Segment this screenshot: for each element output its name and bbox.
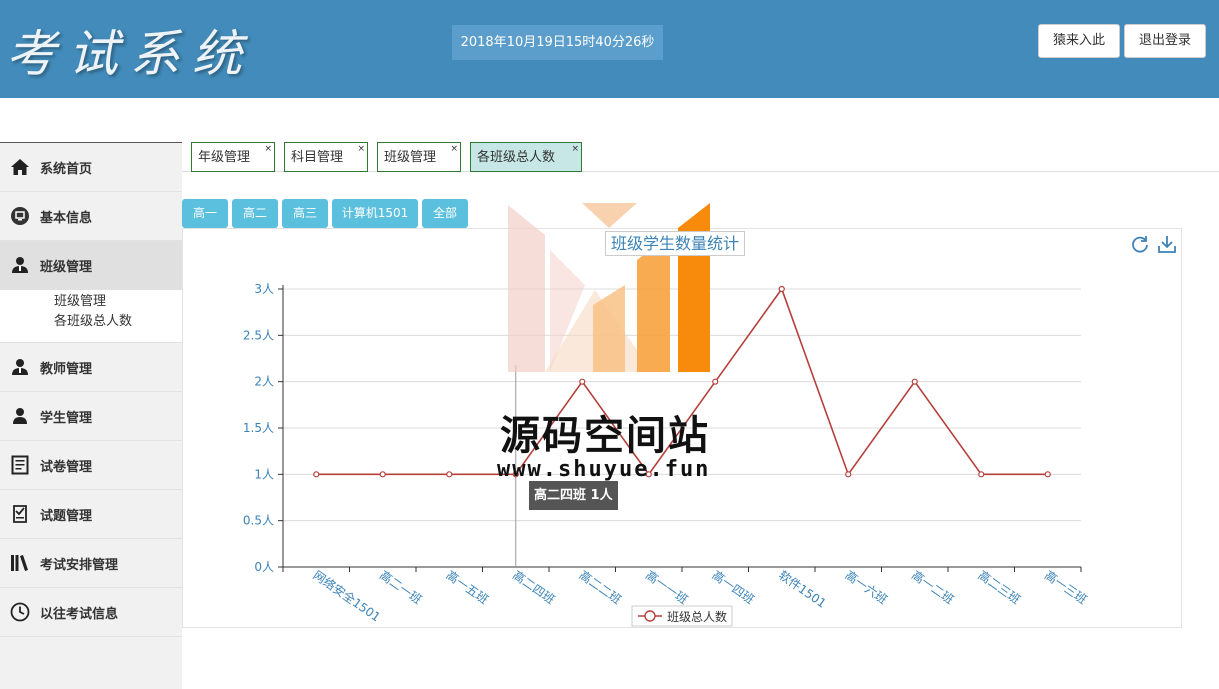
download-icon[interactable] — [1157, 234, 1177, 254]
y-tick-label: 0人 — [254, 560, 274, 574]
x-tick-label: 高二二班 — [577, 567, 625, 607]
chart-tooltip: 高二四班 1人 — [529, 481, 618, 510]
x-tick-label: 高一五班 — [444, 567, 492, 607]
data-point — [778, 285, 785, 293]
data-point — [1044, 471, 1051, 478]
x-tick-label: 高一四班 — [710, 567, 758, 607]
chart-title: 班级学生数量统计 — [605, 231, 746, 256]
y-tick-label: 2.5人 — [243, 328, 274, 342]
x-tick-label: 高一六班 — [843, 567, 891, 607]
data-point — [712, 378, 719, 385]
legend-marker — [644, 610, 656, 622]
x-tick-label: 高二一班 — [377, 567, 425, 607]
data-point — [911, 378, 918, 385]
watermark-logo — [508, 203, 710, 372]
data-point — [978, 471, 985, 478]
y-tick-label: 0.5人 — [243, 514, 274, 528]
x-tick-label: 高二四班 — [510, 567, 558, 607]
data-point — [579, 378, 586, 385]
data-point — [446, 471, 453, 478]
watermark-title: 源码空间站 — [500, 413, 710, 459]
x-tick-label: 高二三班 — [976, 567, 1024, 607]
y-tick-label: 1.5人 — [243, 421, 274, 435]
data-point — [313, 471, 320, 478]
x-tick-label: 高一二班 — [909, 567, 957, 607]
x-tick-label: 网络安全1501 — [311, 567, 384, 624]
y-tick-label: 3人 — [254, 282, 274, 296]
y-tick-label: 2人 — [254, 375, 274, 389]
x-tick-label: 高一三班 — [1042, 567, 1090, 607]
legend-label: 班级总人数 — [667, 609, 727, 624]
y-tick-label: 1人 — [254, 467, 274, 481]
refresh-icon[interactable] — [1130, 234, 1150, 254]
data-point — [845, 471, 852, 478]
data-point — [379, 471, 386, 478]
x-tick-label: 软件1501 — [776, 568, 829, 611]
watermark-url: www.shuyue.fun — [497, 457, 711, 482]
x-tick-label: 高一一班 — [643, 567, 691, 607]
